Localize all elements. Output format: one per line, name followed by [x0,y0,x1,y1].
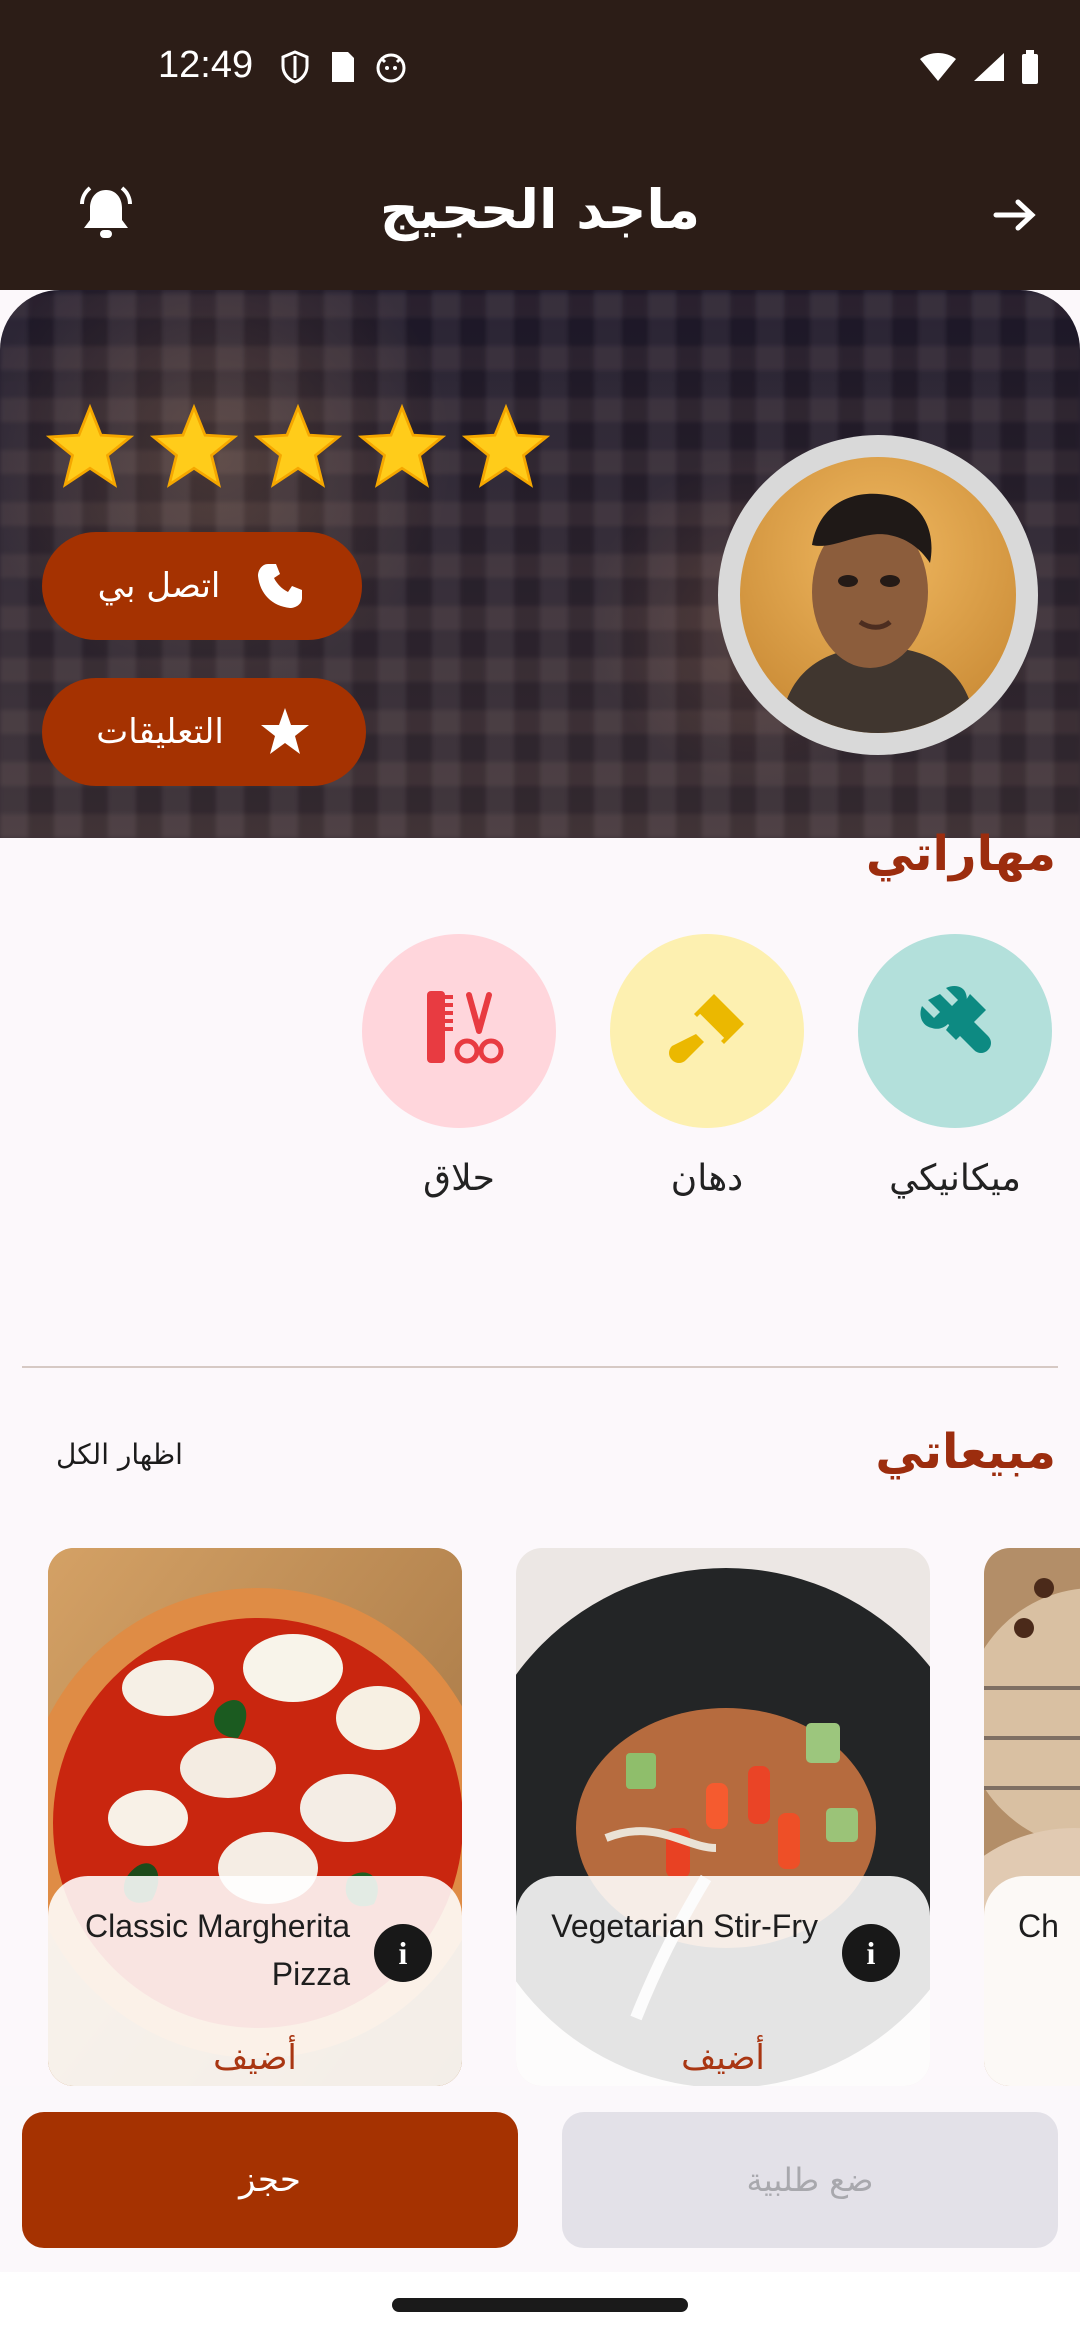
wrench-screwdriver-icon [920,986,991,1053]
gesture-area [0,2272,1080,2340]
avatar-photo [740,457,1016,733]
battery-icon [1022,50,1038,84]
card-info-panel: Vegetarian Stir-Fry i أضيف [516,1876,930,2086]
skills-title: مهاراتي [865,826,1056,882]
sales-title: مبيعاتي [875,1424,1056,1480]
call-label: اتصل بي [97,566,221,606]
status-right-icons [918,50,1040,84]
rating-stars [44,402,552,494]
wifi-icon [920,53,956,81]
skill-painter[interactable]: دهان [610,934,804,1199]
paint-brush-icon [669,994,744,1063]
star-icon [149,403,239,488]
reviews-label: التعليقات [96,712,224,752]
profile-hero: اتصل بي التعليقات [0,290,1080,838]
star-icon [357,403,447,488]
card-info-panel: Ch [984,1876,1080,2086]
sale-card[interactable]: Vegetarian Stir-Fry i أضيف [516,1548,930,2086]
skills-list: ميكانيكي دهان حلاق [332,934,1052,1214]
status-time: 12:49 [158,44,254,86]
section-divider [22,1366,1058,1368]
shield-icon [281,50,309,84]
phone-icon [258,564,303,608]
barber-icon [427,991,504,1064]
product-name: Vegetarian Stir-Fry [551,1908,818,1944]
sd-card-icon [332,52,354,82]
app-bar: ماجد الحجيج [0,140,1080,290]
skill-label: دهان [670,1158,744,1199]
add-button[interactable]: أضيف [48,2038,462,2078]
info-icon[interactable]: i [374,1924,432,1982]
star-icon [260,708,309,754]
bottom-actions: حجز ضع طلبية [0,2086,1080,2272]
skill-circle [362,934,556,1128]
product-name: Ch [1018,1908,1059,1944]
star-icon [45,403,135,488]
add-button[interactable]: أضيف [516,2038,930,2078]
place-order-button[interactable]: ضع طلبية [562,2112,1058,2248]
home-indicator[interactable] [392,2298,688,2312]
status-bar: 12:49 [0,0,1080,140]
skill-circle [858,934,1052,1128]
cat-face-icon [376,53,406,83]
book-button[interactable]: حجز [22,2112,518,2248]
skill-barber[interactable]: حلاق [362,934,556,1199]
status-left-icons [280,50,408,84]
skill-label: حلاق [423,1158,495,1199]
star-icon [461,403,551,488]
show-all-link[interactable]: اظهار الكل [56,1438,183,1471]
sale-card[interactable]: Ch [984,1548,1080,2086]
forward-arrow-icon[interactable] [988,188,1042,246]
info-icon[interactable]: i [842,1924,900,1982]
skill-mechanic[interactable]: ميكانيكي [858,934,1052,1199]
signal-icon [974,53,1004,81]
skill-label: ميكانيكي [889,1158,1021,1199]
star-icon [253,403,343,488]
page-title: ماجد الحجيج [379,178,701,241]
sales-carousel[interactable]: Classic Margherita Pizza i أضيف Vegetari… [48,1548,1080,2086]
skill-circle [610,934,804,1128]
call-me-button[interactable]: اتصل بي [42,532,362,640]
product-name: Classic Margherita Pizza [85,1908,350,1992]
avatar [718,435,1038,755]
reviews-button[interactable]: التعليقات [42,678,366,786]
sale-card[interactable]: Classic Margherita Pizza i أضيف [48,1548,462,2086]
card-info-panel: Classic Margherita Pizza i أضيف [48,1876,462,2086]
